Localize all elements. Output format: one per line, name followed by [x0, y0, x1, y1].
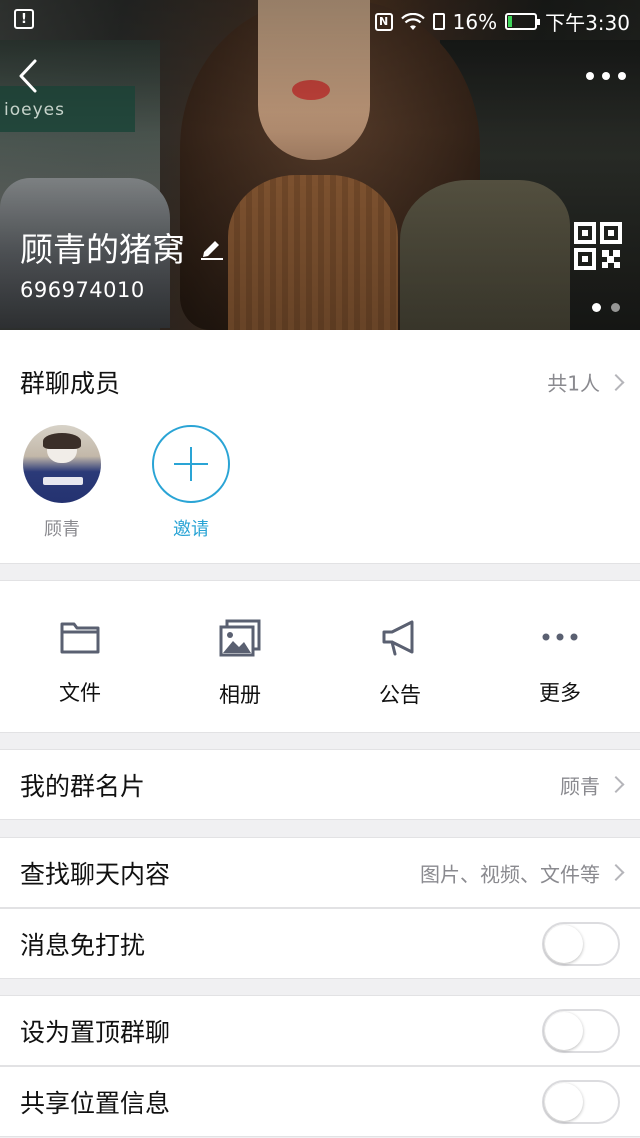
more-dots-icon [542, 633, 578, 641]
search-chat-types: 图片、视频、文件等 [420, 862, 600, 886]
battery-level-fill [508, 16, 513, 27]
qr-code-icon[interactable] [574, 222, 622, 270]
more-dot [586, 72, 594, 80]
action-label: 公告 [379, 683, 421, 707]
member-name: 顾青 [44, 519, 80, 540]
pager-dot-active [592, 303, 601, 312]
folder-icon [60, 622, 100, 654]
share-location-label: 共享位置信息 [20, 1088, 171, 1118]
members-section: 群聊成员 共1人 顾青 邀请 [0, 330, 640, 564]
status-bar: ! N 16% 下午3:30 [0, 0, 640, 38]
battery-percent: 16% [452, 9, 498, 34]
my-group-card-row[interactable]: 我的群名片 顾青 [0, 749, 640, 820]
search-chat-row[interactable]: 查找聊天内容 图片、视频、文件等 [0, 837, 640, 908]
action-more[interactable]: 更多 [480, 581, 640, 732]
wifi-icon [400, 12, 425, 30]
members-count-label: 共1人 [547, 371, 600, 396]
back-button[interactable] [10, 56, 46, 96]
chevron-right-icon [607, 864, 625, 881]
group-name: 顾青的猪窝 [20, 230, 185, 269]
chevron-right-icon [607, 373, 625, 391]
pin-top-toggle[interactable] [542, 1008, 620, 1053]
group-id: 696974010 [20, 278, 145, 302]
pager-dot [611, 303, 620, 312]
mute-toggle[interactable] [542, 921, 620, 966]
cover-pager [592, 303, 620, 312]
my-group-card-value: 顾青 [560, 770, 625, 799]
chevron-left-icon [19, 59, 37, 93]
photo-album-icon [219, 619, 261, 657]
members-count: 共1人 [547, 368, 625, 397]
sim-card-icon [432, 13, 445, 30]
quick-actions: 文件 相册 公告 更多 [0, 580, 640, 733]
alert-notification-icon: ! [14, 9, 34, 29]
group-cover-header: ioeyes ! N 16% 下午3:30 [0, 0, 640, 330]
members-header[interactable]: 群聊成员 共1人 [20, 364, 625, 400]
more-options-button[interactable] [586, 64, 626, 88]
status-bar-right: N 16% 下午3:30 [374, 7, 630, 36]
my-group-card-name: 顾青 [560, 774, 600, 798]
avatar-hair [43, 433, 81, 449]
member-item[interactable]: 顾青 [22, 425, 102, 541]
add-plus-icon [152, 425, 230, 503]
edit-pencil-icon[interactable] [199, 234, 225, 260]
pin-top-label: 设为置顶群聊 [20, 1017, 171, 1047]
search-chat-hint: 图片、视频、文件等 [420, 858, 625, 887]
megaphone-icon [382, 620, 414, 656]
pin-top-row: 设为置顶群聊 [0, 995, 640, 1066]
group-name-row[interactable]: 顾青的猪窝 [20, 223, 225, 271]
action-label: 更多 [539, 681, 581, 705]
more-dot [618, 72, 626, 80]
members-title: 群聊成员 [20, 369, 121, 398]
share-location-toggle[interactable] [542, 1079, 620, 1124]
my-group-card-label: 我的群名片 [20, 771, 146, 801]
battery-icon [505, 13, 541, 30]
more-dot [602, 72, 610, 80]
avatar-shirt-logo [43, 477, 83, 485]
toggle-knob [545, 924, 583, 963]
mute-label: 消息免打扰 [20, 930, 146, 960]
search-chat-label: 查找聊天内容 [20, 859, 171, 889]
mute-row: 消息免打扰 [0, 908, 640, 979]
clock: 下午3:30 [545, 11, 630, 35]
action-files[interactable]: 文件 [0, 581, 160, 732]
nfc-icon: N [374, 12, 393, 31]
invite-label: 邀请 [173, 519, 209, 540]
action-announcement[interactable]: 公告 [320, 581, 480, 732]
chevron-right-icon [607, 776, 625, 793]
action-album[interactable]: 相册 [160, 581, 320, 732]
toggle-knob [545, 1011, 583, 1050]
share-location-row: 共享位置信息 [0, 1066, 640, 1137]
toggle-knob [545, 1082, 583, 1121]
invite-button[interactable]: 邀请 [151, 425, 231, 541]
action-label: 相册 [219, 683, 261, 707]
action-label: 文件 [59, 681, 101, 705]
avatar [23, 425, 101, 503]
